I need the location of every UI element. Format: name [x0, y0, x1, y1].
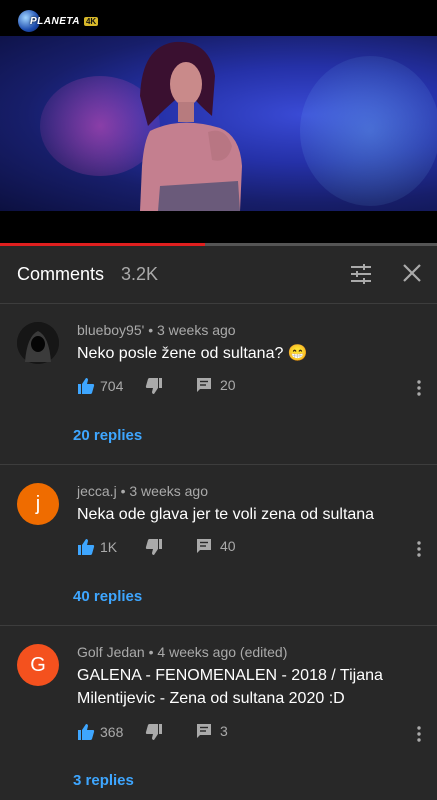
comment-time: 3 weeks ago [156, 322, 236, 338]
comment-text: Neka ode glava jer te voli zena od sulta… [77, 506, 375, 523]
performer-image [140, 41, 242, 211]
meta-separator: • [148, 322, 157, 338]
comment-author[interactable]: Golf Jedan [77, 644, 145, 660]
reply-button[interactable]: 3 [196, 723, 228, 739]
avatar[interactable]: j [17, 483, 59, 525]
comment-text: GALENA - FENOMENALEN - 2018 / Tijana Mil… [77, 667, 383, 707]
view-replies-link[interactable]: 40 replies [73, 588, 142, 605]
thumbs-down-icon [145, 539, 162, 555]
comment-author[interactable]: jecca.j [77, 483, 117, 499]
avatar[interactable]: G [17, 644, 59, 686]
avatar-letter: G [30, 653, 46, 676]
like-button[interactable]: 1K [77, 538, 117, 556]
dislike-button[interactable] [145, 538, 163, 556]
comment-item: j jecca.j • 3 weeks ago Neka ode glava j… [0, 466, 437, 626]
comment-meta: blueboy95' • 3 weeks ago [77, 322, 236, 338]
comment-actions: 368 3 [77, 723, 427, 743]
video-player[interactable]: PLANETA 4K [0, 0, 437, 245]
comment-text: Neko posle žene od sultana? 😁 [77, 345, 308, 362]
like-count: 1K [100, 539, 118, 555]
comment-time: 4 weeks ago (edited) [157, 644, 288, 660]
thumbs-down-icon [145, 724, 162, 740]
avatar[interactable] [17, 322, 59, 364]
close-icon[interactable] [401, 262, 423, 284]
comment-time: 3 weeks ago [129, 483, 208, 499]
dislike-button[interactable] [145, 723, 163, 741]
reply-button[interactable]: 20 [196, 377, 236, 393]
like-button[interactable]: 368 [77, 723, 123, 741]
sort-icon[interactable] [349, 262, 373, 286]
more-vert-icon[interactable] [417, 541, 421, 557]
thumbs-down-icon [145, 378, 162, 394]
like-button[interactable]: 704 [77, 377, 123, 395]
reply-count: 3 [220, 723, 228, 739]
stage-light [300, 56, 437, 206]
comment-item: blueboy95' • 3 weeks ago Neko posle žene… [0, 305, 437, 465]
reply-count: 40 [220, 538, 236, 554]
comment-actions: 1K 40 [77, 538, 427, 558]
comments-title: Comments [17, 264, 105, 284]
comment-author[interactable]: blueboy95' [77, 322, 144, 338]
reply-icon [197, 378, 211, 392]
thumbs-up-icon [78, 724, 95, 740]
reply-count: 20 [220, 377, 236, 393]
video-frame [0, 36, 437, 211]
comment-meta: Golf Jedan • 4 weeks ago (edited) [77, 644, 287, 660]
like-count: 704 [100, 378, 124, 394]
quality-badge: 4K [83, 16, 99, 26]
logo-text: PLANETA [30, 15, 80, 27]
avatar-letter: j [35, 492, 41, 515]
channel-logo: PLANETA 4K [18, 10, 99, 32]
comments-header: Comments 3.2K [0, 246, 437, 304]
dislike-button[interactable] [145, 377, 163, 395]
thumbs-up-icon [78, 539, 95, 555]
reply-icon [197, 724, 211, 738]
more-vert-icon[interactable] [417, 380, 421, 396]
more-vert-icon[interactable] [417, 726, 421, 742]
hooded-user-icon [17, 322, 59, 364]
view-replies-link[interactable]: 20 replies [73, 427, 142, 444]
like-count: 368 [100, 724, 124, 740]
comment-meta: jecca.j • 3 weeks ago [77, 483, 208, 499]
comments-count: 3.2K [121, 264, 159, 284]
reply-button[interactable]: 40 [196, 538, 236, 554]
reply-icon [197, 539, 211, 553]
thumbs-up-icon [78, 378, 95, 394]
comment-actions: 704 20 [77, 377, 427, 397]
view-replies-link[interactable]: 3 replies [73, 772, 134, 789]
comment-item: G Golf Jedan • 4 weeks ago (edited) GALE… [0, 627, 437, 800]
